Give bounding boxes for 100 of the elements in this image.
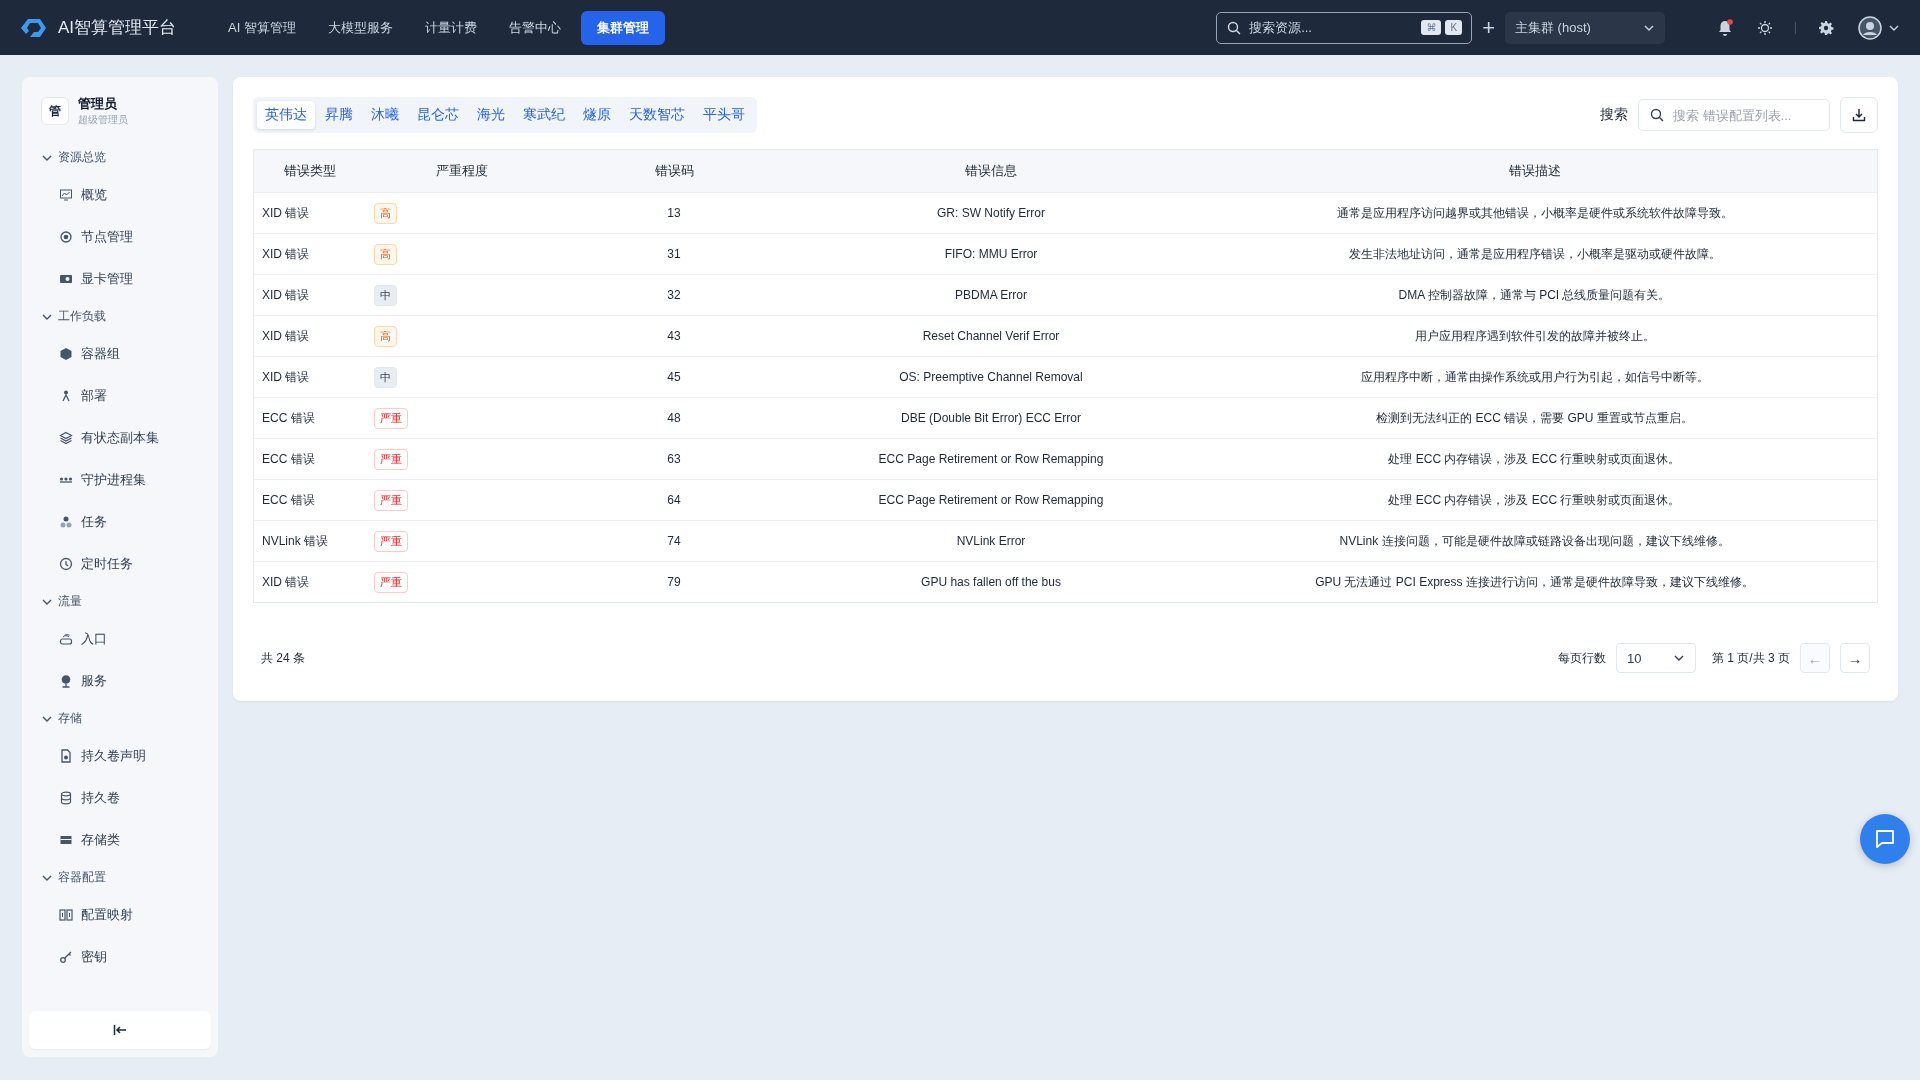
nav-item[interactable]: 配置映射 [29, 894, 211, 936]
severity-badge: 严重 [374, 407, 408, 429]
settings-icon[interactable] [1818, 19, 1834, 36]
logo-icon [20, 16, 48, 39]
avatar: 管 [41, 97, 69, 125]
column-header: 错误类型 [284, 163, 336, 178]
collapse-arrow-icon [113, 1024, 127, 1036]
avatar-icon[interactable] [1858, 15, 1882, 40]
table-cell: ECC 错误 [253, 397, 366, 439]
vendor-tab[interactable]: 英伟达 [257, 101, 315, 129]
table-cell: 43 [558, 315, 790, 357]
table-cell: 48 [558, 397, 790, 439]
nav-section-header[interactable]: 工作负载 [29, 300, 211, 333]
table-cell: 45 [558, 356, 790, 398]
table-cell: 64 [558, 479, 790, 521]
table-cell: 32 [558, 274, 790, 316]
nav-item[interactable]: 持久卷 [29, 777, 211, 819]
table-cell: XID 错误 [253, 561, 366, 603]
cluster-select[interactable]: 主集群 (host) [1505, 11, 1665, 44]
table-cell: 发生非法地址访问，通常是应用程序错误，小概率是驱动或硬件故障。 [1192, 233, 1878, 275]
columns-icon [59, 908, 73, 922]
nav-section-header[interactable]: 流量 [29, 585, 211, 618]
nav-tab[interactable]: 集群管理 [580, 10, 665, 45]
severity-badge: 严重 [374, 530, 408, 552]
severity-badge: 中 [374, 284, 397, 306]
nav-item[interactable]: 有状态副本集 [29, 417, 211, 459]
vendor-tab[interactable]: 沐曦 [363, 101, 407, 129]
table-cell: ECC 错误 [253, 438, 366, 480]
nav-item[interactable]: 概览 [29, 174, 211, 216]
page-size-select[interactable]: 10 [1615, 643, 1696, 673]
nav-item[interactable]: 守护进程集 [29, 459, 211, 501]
download-button[interactable] [1840, 97, 1878, 133]
vendor-tab[interactable]: 燧原 [575, 101, 619, 129]
router-icon [59, 632, 73, 646]
table-cell: NVLink Error [790, 520, 1192, 562]
vendor-tab[interactable]: 寒武纪 [515, 101, 573, 129]
table-cell: 应用程序中断，通常由操作系统或用户行为引起，如信号中断等。 [1192, 356, 1878, 398]
table-cell: 通常是应用程序访问越界或其他错误，小概率是硬件或系统软件故障导致。 [1192, 192, 1878, 234]
nav-item[interactable]: 持久卷声明 [29, 735, 211, 777]
rows-per-page-label: 每页行数 [1557, 649, 1606, 667]
table-cell: XID 错误 [253, 192, 366, 234]
nav-item[interactable]: 部署 [29, 375, 211, 417]
table-cell: XID 错误 [253, 315, 366, 357]
table-cell: DMA 控制器故障，通常与 PCI 总线质量问题有关。 [1192, 274, 1878, 316]
nav-section-header[interactable]: 容器配置 [29, 861, 211, 894]
cube-icon [59, 347, 73, 361]
nav-item[interactable]: 定时任务 [29, 543, 211, 585]
bell-icon[interactable] [1717, 18, 1733, 37]
table-cell: ECC Page Retirement or Row Remapping [790, 479, 1192, 521]
chat-icon[interactable] [1874, 828, 1896, 850]
sun-icon[interactable] [1757, 19, 1773, 36]
nav-item[interactable]: 密钥 [29, 936, 211, 978]
search-icon [1227, 20, 1242, 35]
page-info: 第 1 页/共 3 页 [1711, 649, 1790, 667]
nav-section-header[interactable]: 存储 [29, 702, 211, 735]
severity-badge: 中 [374, 366, 397, 388]
table-cell: 13 [558, 192, 790, 234]
severity-badge: 严重 [374, 489, 408, 511]
vendor-tab[interactable]: 平头哥 [695, 101, 753, 129]
table-cell: XID 错误 [253, 356, 366, 398]
table-cell: GPU 无法通过 PCI Express 连接进行访问，通常是硬件故障导致，建议下线维修。 [1192, 561, 1878, 603]
table-cell: 63 [558, 438, 790, 480]
table-cell: Reset Channel Verif Error [790, 315, 1192, 357]
nav-item[interactable]: 服务 [29, 660, 211, 702]
nav-item[interactable]: 任务 [29, 501, 211, 543]
nav-item[interactable]: 存储类 [29, 819, 211, 861]
next-page-button[interactable]: → [1840, 643, 1870, 673]
user-role: 超级管理员 [78, 113, 128, 127]
table-cell: ECC Page Retirement or Row Remapping [790, 438, 1192, 480]
target-icon [59, 230, 73, 244]
table-cell: 处理 ECC 内存错误，涉及 ECC 行重映射或页面退休。 [1192, 438, 1878, 480]
table-cell: 79 [558, 561, 790, 603]
nav-section-header[interactable]: 资源总览 [29, 141, 211, 174]
nav-item[interactable]: 容器组 [29, 333, 211, 375]
key-icon [59, 950, 73, 964]
chart-monitor-icon [59, 188, 73, 202]
table-cell: 用户应用程序遇到软件引发的故障并被终止。 [1192, 315, 1878, 357]
severity-badge: 高 [374, 202, 397, 224]
vendor-tab[interactable]: 天数智芯 [621, 101, 693, 129]
table-cell: NVLink 错误 [253, 520, 366, 562]
nav-item[interactable]: 节点管理 [29, 216, 211, 258]
nav-tab[interactable]: 大模型服务 [315, 10, 405, 45]
table-cell: DBE (Double Bit Error) ECC Error [790, 397, 1192, 439]
nav-tab[interactable]: AI 智算管理 [216, 10, 308, 45]
search-icon [1650, 108, 1664, 122]
vendor-tab[interactable]: 昇腾 [317, 101, 361, 129]
table-cell: 74 [558, 520, 790, 562]
nav-item[interactable]: 入口 [29, 618, 211, 660]
vendor-tab[interactable]: 海光 [469, 101, 513, 129]
circles-icon [59, 515, 73, 529]
add-button[interactable]: + [1482, 14, 1495, 41]
severity-badge: 严重 [374, 571, 408, 593]
nav-item[interactable]: 显卡管理 [29, 258, 211, 300]
nav-tab[interactable]: 告警中心 [496, 10, 573, 45]
table-cell: 检测到无法纠正的 ECC 错误，需要 GPU 重置或节点重启。 [1192, 397, 1878, 439]
table-cell: OS: Preemptive Channel Removal [790, 356, 1192, 398]
search-label: 搜索 [1600, 106, 1628, 124]
app-title: AI智算管理平台 [58, 17, 177, 39]
vendor-tab[interactable]: 昆仑芯 [409, 101, 467, 129]
nav-tab[interactable]: 计量计费 [412, 10, 489, 45]
